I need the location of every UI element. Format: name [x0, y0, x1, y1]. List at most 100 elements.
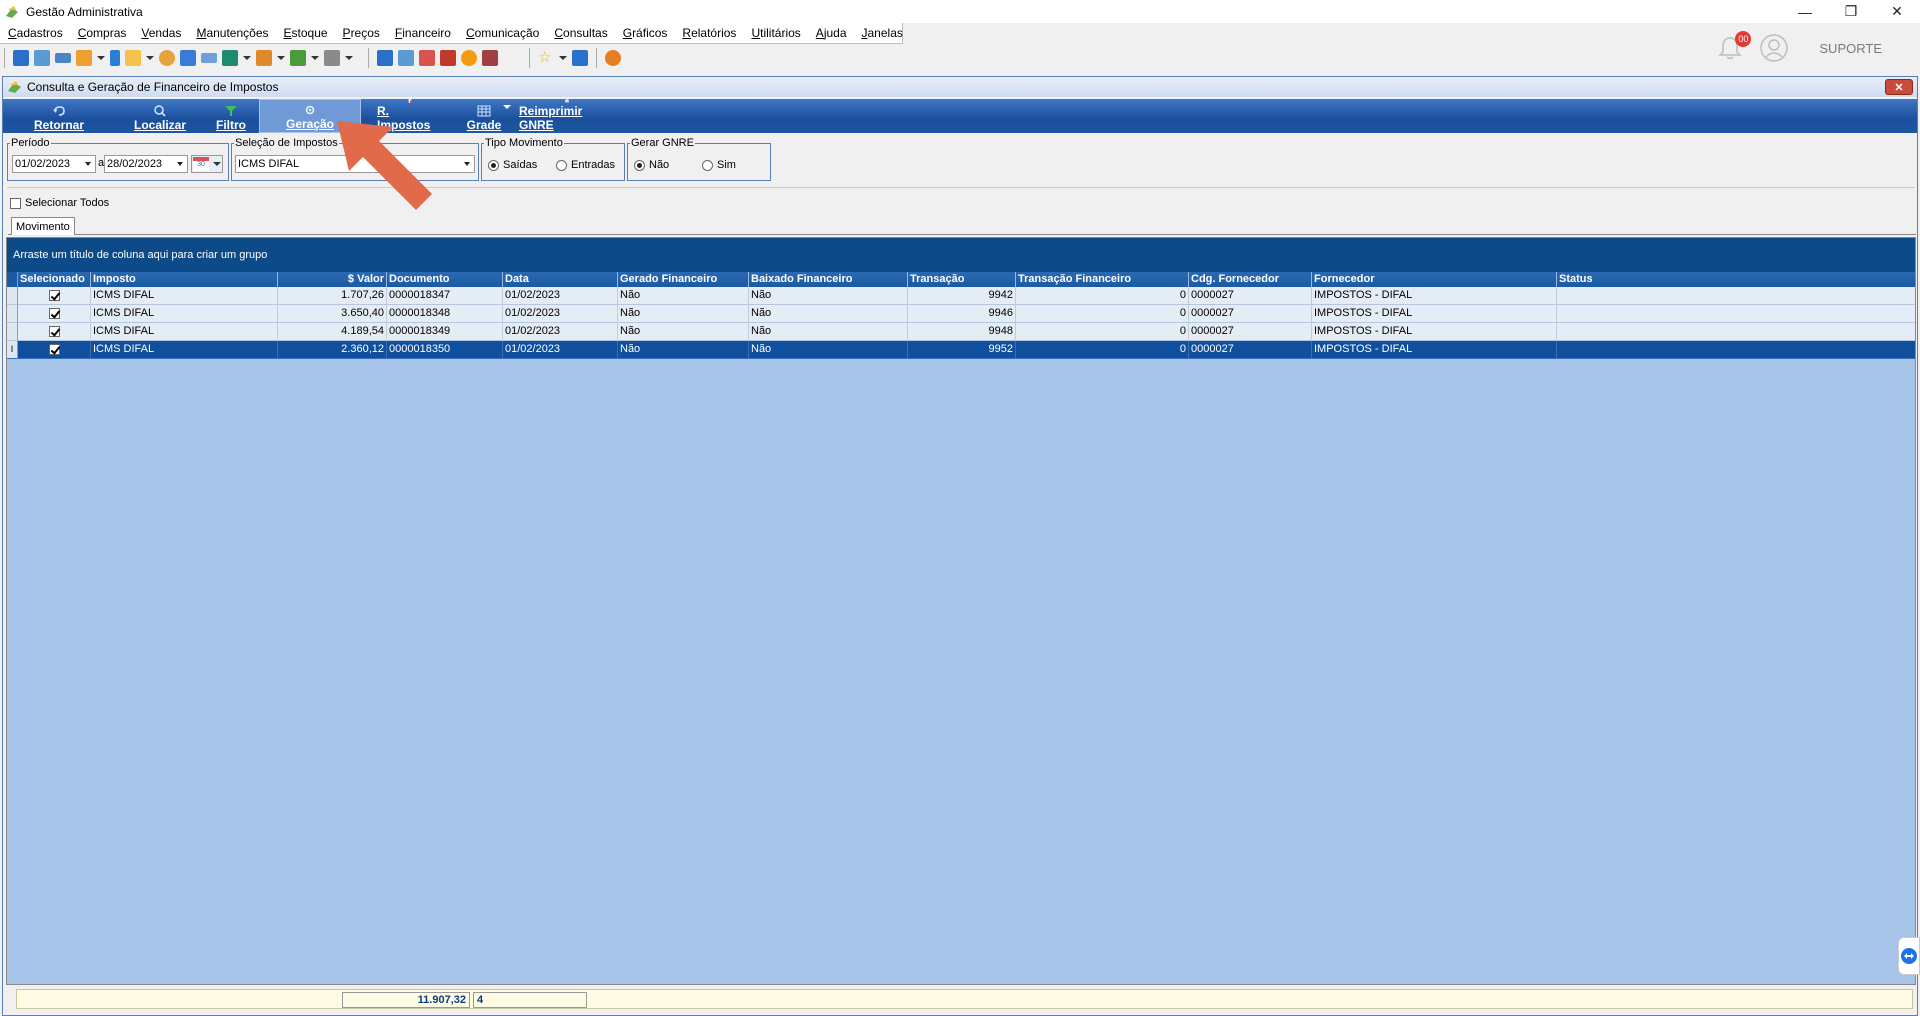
date-to-field[interactable]: 28/02/2023 — [104, 155, 188, 173]
sheet-icon[interactable] — [180, 50, 196, 66]
remote-support-icon[interactable] — [1898, 937, 1920, 975]
col-fornecedor[interactable]: Fornecedor — [1312, 272, 1557, 287]
folder-icon[interactable] — [125, 50, 141, 66]
money-icon[interactable] — [290, 50, 306, 66]
row-checkbox[interactable] — [18, 323, 91, 341]
filtro-button[interactable]: Filtro — [213, 99, 249, 133]
box-icon[interactable] — [256, 50, 272, 66]
row-checkbox[interactable] — [18, 341, 91, 359]
table-row[interactable]: ICMS DIFAL 1.707,26 0000018347 01/02/202… — [7, 287, 1915, 305]
print-icon[interactable] — [324, 50, 340, 66]
menu-compras[interactable]: Compras — [70, 26, 134, 40]
grade-button[interactable]: Grade — [467, 99, 501, 133]
column-chooser-icon[interactable] — [7, 272, 18, 287]
menu-manutencoes[interactable]: Manutenções — [188, 26, 275, 40]
dropdown-icon[interactable] — [345, 56, 353, 60]
chevron-down-icon[interactable] — [460, 156, 474, 172]
hierarchy-icon[interactable] — [76, 50, 92, 66]
menu-financeiro[interactable]: Financeiro — [387, 26, 458, 40]
menu-estoque[interactable]: Estoque — [276, 26, 335, 40]
user-name[interactable]: SUPORTE — [1819, 41, 1882, 56]
tax-report-icon — [408, 99, 412, 103]
annotation-arrow-icon — [337, 121, 432, 210]
row-cursor-icon: I — [7, 341, 18, 359]
row-checkbox[interactable] — [18, 287, 91, 305]
col-baixado-financeiro[interactable]: Baixado Financeiro — [749, 272, 908, 287]
minimize-icon[interactable]: — — [1782, 0, 1828, 23]
star-icon[interactable]: ☆ — [538, 50, 554, 66]
dropdown-icon[interactable] — [559, 56, 567, 60]
card-icon[interactable] — [55, 53, 71, 63]
gnre-nao-radio[interactable]: Não — [634, 159, 669, 171]
user-avatar-icon[interactable] — [1759, 33, 1789, 63]
menu-relatorios[interactable]: Relatórios — [674, 26, 743, 40]
dropdown-icon[interactable] — [243, 56, 251, 60]
child-close-icon[interactable]: ✕ — [1885, 79, 1913, 95]
gnre-sim-radio[interactable]: Sim — [702, 159, 736, 171]
saidas-radio[interactable]: Saídas — [488, 159, 537, 171]
total-count: 4 — [473, 992, 587, 1008]
col-transacao-financeiro[interactable]: Transação Financeiro — [1016, 272, 1189, 287]
printer-icon — [565, 99, 569, 103]
menu-precos[interactable]: Preços — [335, 26, 387, 40]
col-valor[interactable]: $ Valor — [278, 272, 387, 287]
client-icon[interactable] — [13, 50, 29, 66]
dropdown-icon[interactable] — [311, 56, 319, 60]
col-transacao[interactable]: Transação — [908, 272, 1016, 287]
col-status[interactable]: Status — [1557, 272, 1915, 287]
notification-bell-icon[interactable]: 00 — [1717, 31, 1752, 61]
card2-icon[interactable] — [201, 53, 217, 63]
menu-vendas[interactable]: Vendas — [133, 26, 188, 40]
chevron-down-icon[interactable] — [81, 156, 95, 172]
grid-footer-summary: 11.907,32 4 — [16, 989, 1913, 1009]
menu-comunicacao[interactable]: Comunicação — [458, 26, 546, 40]
localizar-button[interactable]: Localizar — [133, 99, 187, 133]
supplier-icon[interactable] — [34, 50, 50, 66]
clock-icon[interactable] — [461, 50, 477, 66]
restore-icon[interactable]: ❐ — [1828, 0, 1874, 23]
menu-janelas[interactable]: Janelas — [854, 26, 910, 40]
col-gerado-financeiro[interactable]: Gerado Financeiro — [618, 272, 749, 287]
table-row[interactable]: ICMS DIFAL 4.189,54 0000018349 01/02/202… — [7, 323, 1915, 341]
window-icon[interactable] — [377, 50, 393, 66]
dropdown-icon[interactable] — [277, 56, 285, 60]
chevron-down-icon[interactable] — [213, 162, 221, 166]
tipo-movimento-label: Tipo Movimento — [485, 137, 563, 149]
table-row[interactable]: ICMS DIFAL 3.650,40 0000018348 01/02/202… — [7, 305, 1915, 323]
date-from-field[interactable]: 01/02/2023 — [12, 155, 96, 173]
cart-icon[interactable] — [222, 50, 238, 66]
chevron-down-icon[interactable] — [173, 156, 187, 172]
col-imposto[interactable]: Imposto — [91, 272, 278, 287]
period-calendar-button[interactable]: 30 — [191, 155, 223, 173]
retornar-button[interactable]: Retornar — [31, 99, 87, 133]
col-cdg-fornecedor[interactable]: Cdg. Fornecedor — [1189, 272, 1312, 287]
report-icon[interactable] — [482, 50, 498, 66]
close-icon[interactable]: ✕ — [1874, 0, 1920, 23]
grade-dropdown-icon[interactable] — [503, 105, 511, 109]
child-title: Consulta e Geração de Financeiro de Impo… — [27, 80, 279, 94]
dropdown-icon[interactable] — [146, 56, 154, 60]
row-checkbox[interactable] — [18, 305, 91, 323]
menu-consultas[interactable]: Consultas — [546, 26, 614, 40]
menu-utilitarios[interactable]: Utilitários — [743, 26, 807, 40]
info-icon[interactable] — [572, 50, 588, 66]
calendar-icon[interactable] — [419, 50, 435, 66]
document-icon[interactable] — [110, 50, 120, 66]
calculator-icon[interactable] — [398, 50, 414, 66]
dropdown-icon[interactable] — [97, 56, 105, 60]
filter-icon — [225, 106, 237, 116]
tab-movimento[interactable]: Movimento — [11, 217, 75, 235]
menu-graficos[interactable]: Gráficos — [615, 26, 675, 40]
select-all-checkbox[interactable]: Selecionar Todos — [10, 197, 109, 209]
table-row-selected[interactable]: I ICMS DIFAL 2.360,12 0000018350 01/02/2… — [7, 341, 1915, 359]
power-icon[interactable] — [605, 50, 621, 66]
entradas-radio[interactable]: Entradas — [556, 159, 615, 171]
calendar-x-icon[interactable] — [440, 50, 456, 66]
menu-cadastros[interactable]: Cadastros — [0, 26, 70, 40]
col-documento[interactable]: Documento — [387, 272, 503, 287]
person-icon[interactable] — [159, 50, 175, 66]
col-selecionado[interactable]: Selecionado — [18, 272, 91, 287]
reimprimir-gnre-button[interactable]: Reimprimir GNRE — [519, 99, 615, 133]
menu-ajuda[interactable]: Ajuda — [808, 26, 854, 40]
col-data[interactable]: Data — [503, 272, 618, 287]
